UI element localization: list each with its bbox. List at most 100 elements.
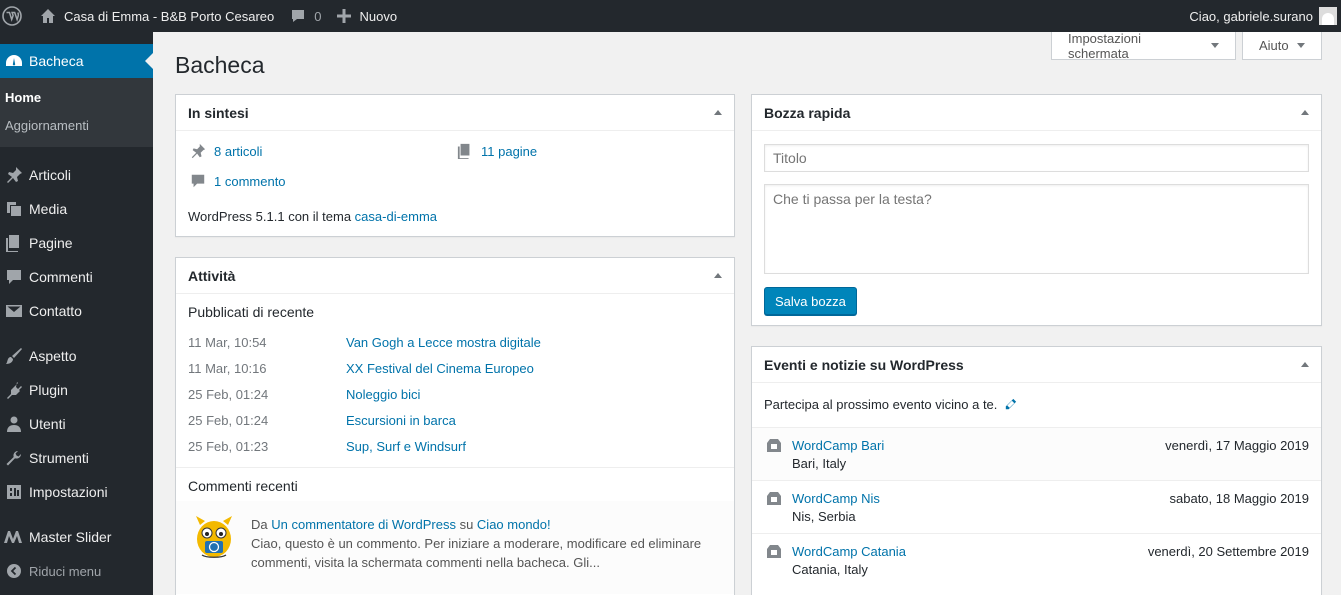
widget-header[interactable]: Attività (176, 258, 734, 294)
wordpress-logo-icon (2, 6, 22, 26)
post-link[interactable]: Noleggio bici (346, 382, 420, 408)
event-date: sabato, 18 Maggio 2019 (1169, 491, 1310, 506)
collapse-toggle-icon[interactable] (714, 269, 722, 278)
submenu-updates[interactable]: Aggiornamenti (0, 112, 153, 140)
list-item: 11 Mar, 10:16 XX Festival del Cinema Euro… (188, 356, 534, 382)
pencil-icon[interactable] (1003, 397, 1018, 412)
admin-sidebar: Bacheca Home Aggiornamenti Articoli Medi… (0, 32, 153, 595)
page-title: Bacheca (175, 52, 265, 78)
admin-bar: Casa di Emma - B&B Porto Cesareo 0 Nuovo… (0, 0, 1341, 32)
brush-icon (4, 346, 24, 366)
events-intro-text: Partecipa al prossimo evento vicino a te… (764, 397, 998, 412)
users-icon (4, 414, 24, 434)
submenu-home[interactable]: Home (0, 84, 153, 112)
list-item: WordCamp Catania Catania, Italy venerdì,… (752, 533, 1321, 586)
post-link[interactable]: Escursioni in barca (346, 408, 456, 434)
widget-title: Attività (188, 267, 236, 284)
list-item: 11 Mar, 10:54 Van Gogh a Lecce mostra dig… (188, 330, 541, 356)
event-link[interactable]: WordCamp Bari (792, 438, 884, 453)
posts-count-link[interactable]: 8 articoli (214, 144, 262, 159)
activity-widget: Attività Pubblicati di recente 11 Mar, 1… (175, 257, 735, 595)
my-account-menu[interactable]: Ciao, gabriele.surano (1181, 0, 1341, 32)
version-text: WordPress 5.1.1 con il tema (188, 209, 355, 224)
menu-posts[interactable]: Articoli (0, 158, 153, 192)
recent-comments-heading: Commenti recenti (188, 478, 298, 494)
glance-pages[interactable]: 11 pagine (457, 143, 537, 159)
menu-dashboard[interactable]: Bacheca (0, 44, 153, 78)
glance-posts[interactable]: 8 articoli (190, 143, 262, 159)
widget-header[interactable]: Eventi e notizie su WordPress (752, 347, 1321, 383)
at-a-glance-widget: In sintesi 8 articoli 11 pagine 1 commen… (175, 94, 735, 237)
list-item: WordCamp Nis Nis, Serbia sabato, 18 Magg… (752, 480, 1321, 533)
menu-dashboard-label: Bacheca (29, 53, 84, 69)
event-link[interactable]: WordCamp Catania (792, 544, 906, 559)
site-name: Casa di Emma - B&B Porto Cesareo (64, 8, 275, 24)
save-draft-button[interactable]: Salva bozza (764, 287, 857, 315)
theme-link[interactable]: casa-di-emma (355, 209, 437, 224)
user-greeting: Ciao, gabriele.surano (1189, 8, 1313, 24)
post-link[interactable]: Sup, Surf e Windsurf (346, 434, 466, 460)
mail-icon (4, 301, 24, 321)
help-button[interactable]: Aiuto (1242, 32, 1322, 60)
comment-icon (4, 267, 24, 287)
post-date: 11 Mar, 10:16 (188, 361, 267, 376)
menu-pages-label: Pagine (29, 235, 73, 251)
event-location: Nis, Serbia (792, 509, 856, 524)
post-date: 11 Mar, 10:54 (188, 335, 267, 350)
widget-header[interactable]: In sintesi (176, 95, 734, 131)
menu-settings[interactable]: Impostazioni (0, 475, 153, 509)
collapse-menu-button[interactable]: Riduci menu (0, 554, 153, 588)
comment-author-link[interactable]: Un commentatore di WordPress (271, 517, 456, 532)
event-link[interactable]: WordCamp Nis (792, 491, 880, 506)
glance-comments[interactable]: 1 commento (190, 173, 286, 189)
draft-content-textarea[interactable] (764, 184, 1309, 274)
new-content-menu[interactable]: Nuovo (329, 0, 405, 32)
screen-options-button[interactable]: Impostazioni schermata (1051, 31, 1236, 61)
plus-icon (337, 9, 352, 23)
version-info: WordPress 5.1.1 con il tema casa-di-emma (188, 209, 437, 224)
post-link[interactable]: XX Festival del Cinema Europeo (346, 356, 534, 382)
collapse-toggle-icon[interactable] (1301, 358, 1309, 367)
pages-count-link[interactable]: 11 pagine (481, 144, 537, 159)
menu-users[interactable]: Utenti (0, 407, 153, 441)
wordcamp-icon (764, 436, 784, 456)
pages-icon (457, 143, 473, 159)
post-link[interactable]: Van Gogh a Lecce mostra digitale (346, 330, 541, 356)
menu-comments[interactable]: Commenti (0, 260, 153, 294)
menu-contact[interactable]: Contatto (0, 294, 153, 328)
new-label: Nuovo (359, 8, 398, 24)
list-item: WordCamp Bari Bari, Italy venerdì, 17 Ma… (752, 427, 1321, 480)
dashboard-icon (4, 51, 24, 71)
menu-posts-label: Articoli (29, 167, 72, 183)
comment-on-text: su (455, 517, 477, 532)
divider (176, 467, 734, 468)
wp-logo-menu[interactable] (0, 0, 32, 32)
collapse-toggle-icon[interactable] (714, 106, 722, 115)
menu-appearance[interactable]: Aspetto (0, 339, 153, 373)
menu-tools-label: Strumenti (29, 450, 89, 466)
commenter-avatar (192, 513, 236, 559)
event-date: venerdì, 17 Maggio 2019 (1165, 438, 1309, 453)
menu-plugins[interactable]: Plugin (0, 373, 153, 407)
menu-pages[interactable]: Pagine (0, 226, 153, 260)
menu-media[interactable]: Media (0, 192, 153, 226)
list-item: 25 Feb, 01:24 Escursioni in barca (188, 408, 456, 434)
comment-item: Da Un commentatore di WordPress su Ciao … (176, 501, 734, 594)
collapse-menu-label: Riduci menu (29, 563, 102, 579)
events-news-widget: Eventi e notizie su WordPress Partecipa … (751, 346, 1322, 595)
comments-link[interactable]: 0 (282, 0, 329, 32)
recent-posts-heading: Pubblicati di recente (188, 304, 315, 320)
menu-tools[interactable]: Strumenti (0, 441, 153, 475)
site-name-link[interactable]: Casa di Emma - B&B Porto Cesareo (32, 0, 282, 32)
wordcamp-icon (764, 542, 784, 562)
comment-body: Da Un commentatore di WordPress su Ciao … (251, 515, 721, 572)
pin-icon (190, 143, 206, 159)
draft-title-input[interactable] (764, 144, 1309, 172)
comments-count-link[interactable]: 1 commento (214, 174, 286, 189)
menu-master-slider[interactable]: Master Slider (0, 520, 153, 554)
widget-header[interactable]: Bozza rapida (752, 95, 1321, 131)
collapse-toggle-icon[interactable] (1301, 106, 1309, 115)
comment-post-link[interactable]: Ciao mondo! (477, 517, 551, 532)
widget-title: In sintesi (188, 104, 249, 121)
menu-media-label: Media (29, 201, 68, 217)
